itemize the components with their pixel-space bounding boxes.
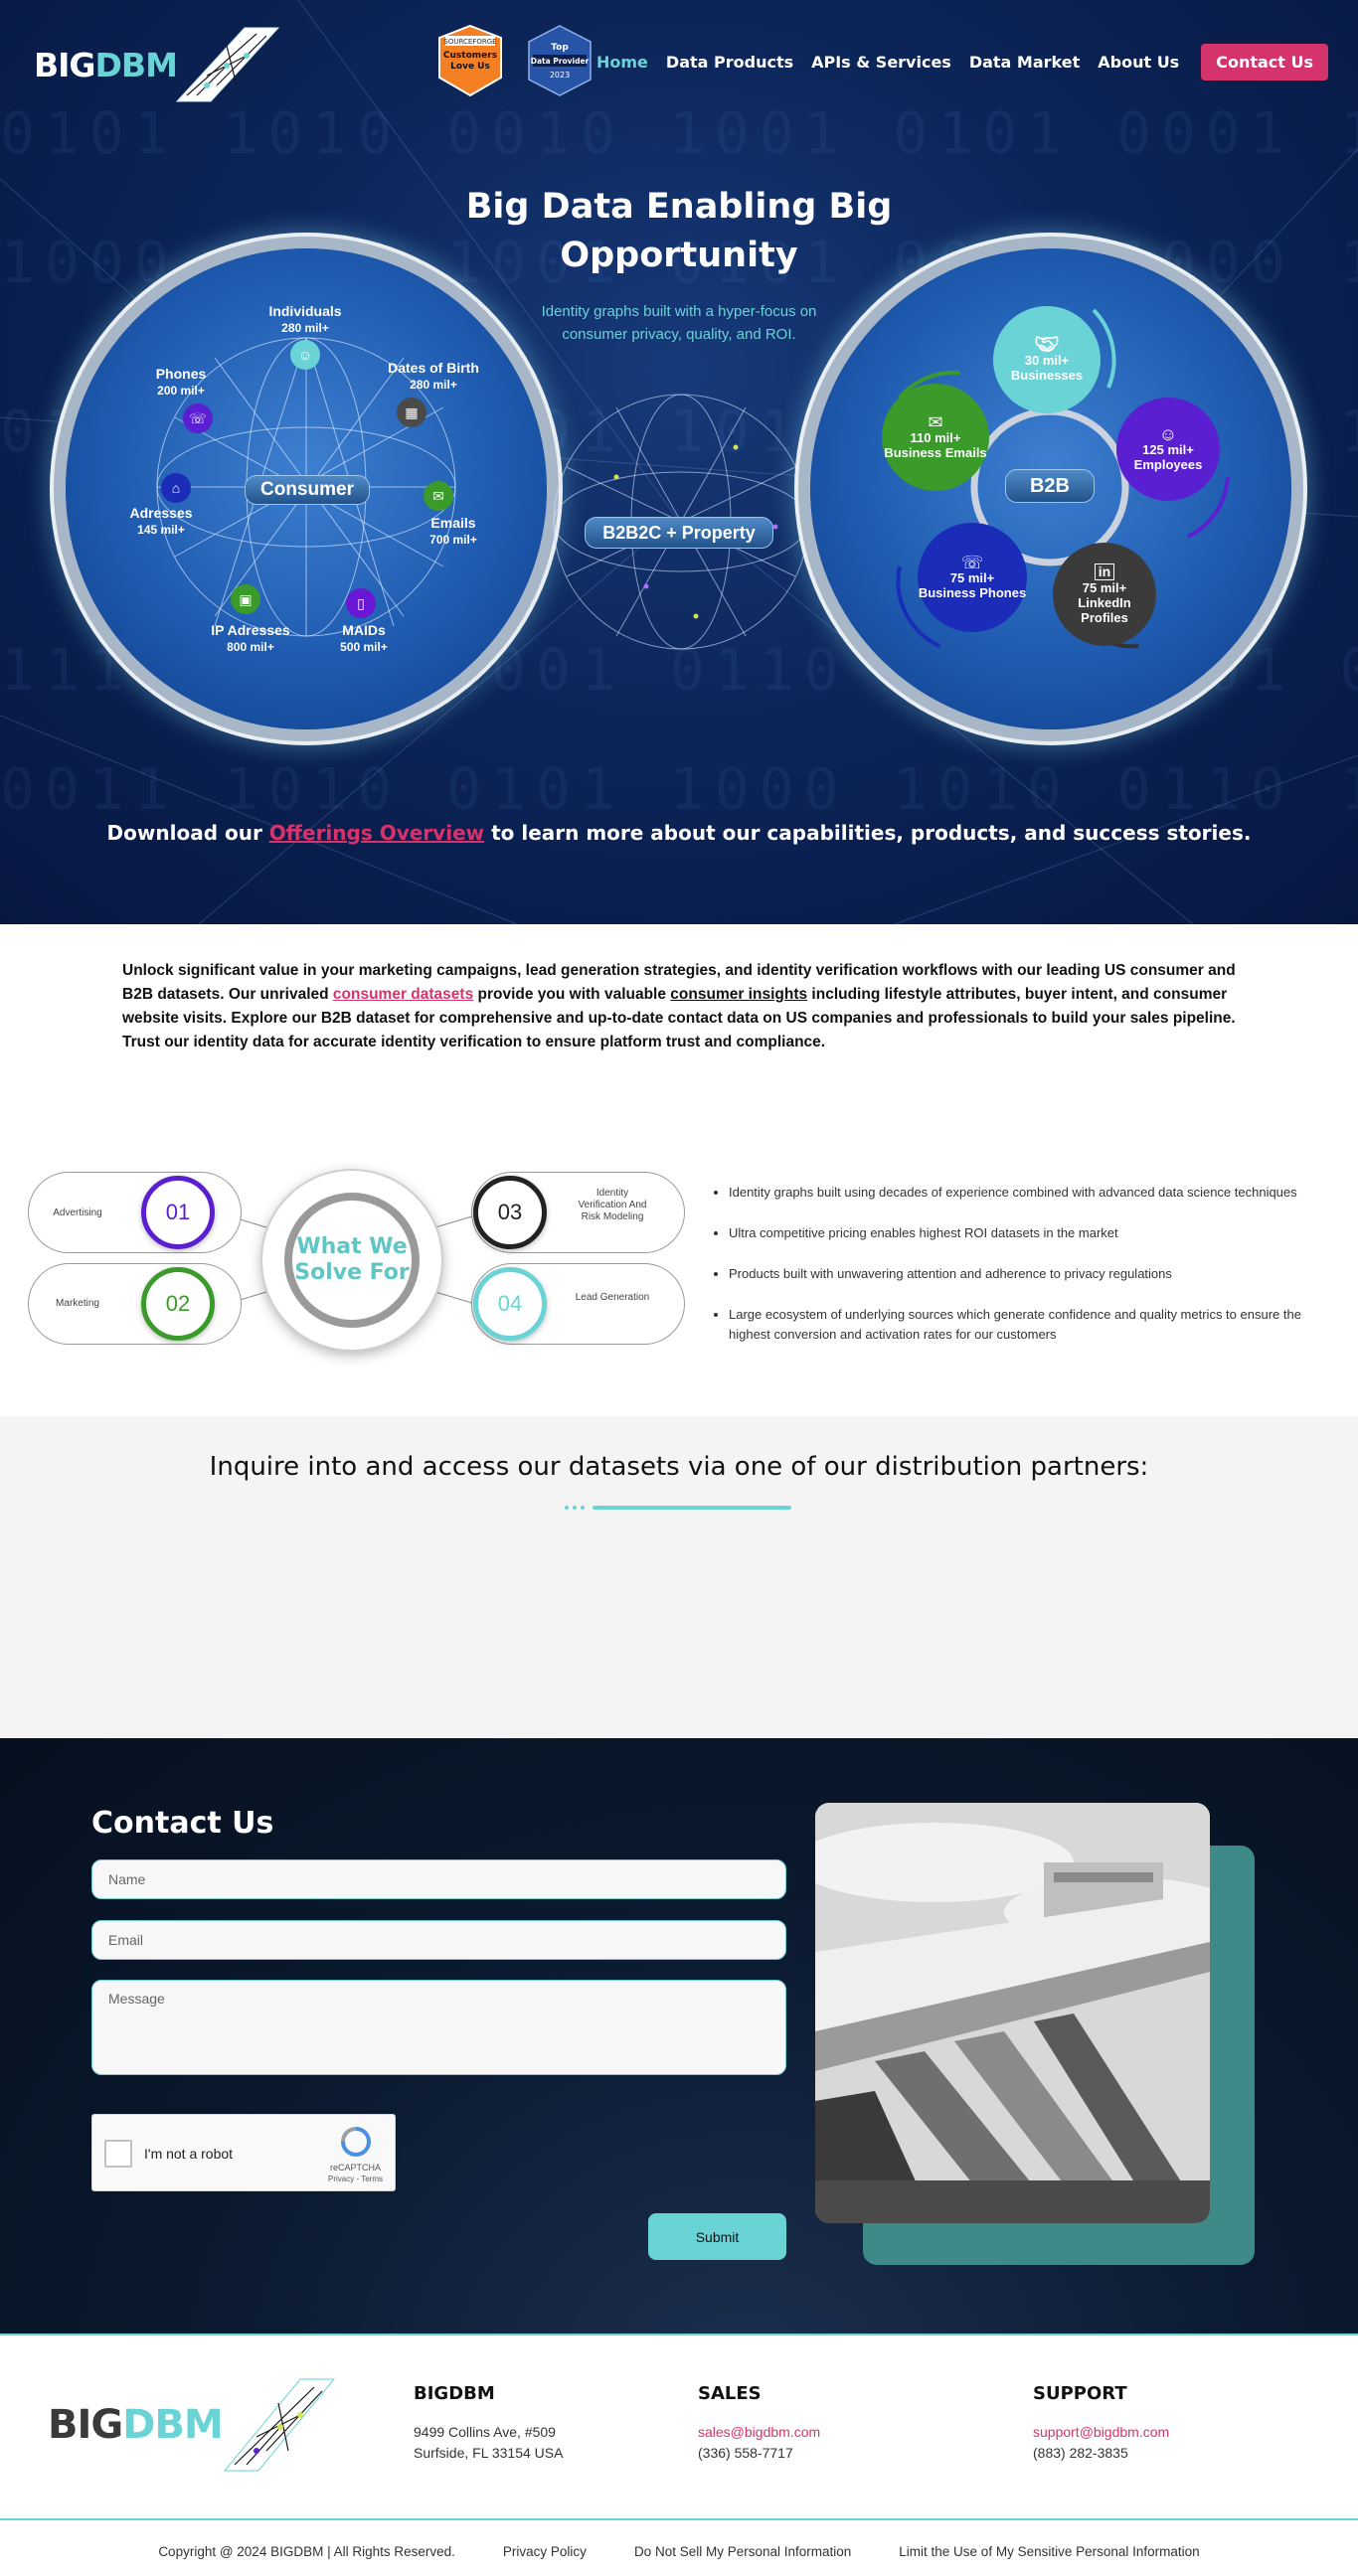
do-not-sell-link[interactable]: Do Not Sell My Personal Information bbox=[634, 2544, 851, 2559]
bridge-illustration bbox=[815, 1803, 1210, 2223]
node-emails: Emails 700 mil+ bbox=[429, 515, 477, 547]
contact-title: Contact Us bbox=[91, 1806, 274, 1841]
main-nav: Home Data Products APIs & Services Data … bbox=[596, 44, 1328, 80]
home-icon: ⌂ bbox=[161, 473, 191, 503]
list-item: Large ecosystem of underlying sources wh… bbox=[729, 1305, 1345, 1345]
node-dates-of-birth: Dates of Birth 280 mil+ bbox=[388, 360, 479, 392]
solve-number-04: 04 bbox=[473, 1267, 547, 1341]
node-individuals: Individuals 280 mil+ bbox=[268, 303, 342, 335]
nav-home[interactable]: Home bbox=[596, 53, 648, 72]
footer-legal-links: Copyright @ 2024 BIGDBM | All Rights Res… bbox=[0, 2544, 1358, 2559]
hero-subtitle: Identity graphs built with a hyper-focus… bbox=[541, 303, 817, 343]
footer-support: SUPPORT support@bigdbm.com (883) 282-3835 bbox=[1033, 2383, 1170, 2461]
svg-text:Love Us: Love Us bbox=[450, 62, 490, 72]
list-item: Ultra competitive pricing enables highes… bbox=[729, 1223, 1345, 1243]
node-employees: ☺ 125 mil+ Employees bbox=[1116, 398, 1220, 501]
privacy-policy-link[interactable]: Privacy Policy bbox=[503, 2544, 587, 2559]
what-we-solve-diagram: Advertising 01 Marketing 02 What We Solve… bbox=[28, 1168, 685, 1357]
phone-icon: ☏ bbox=[183, 403, 213, 433]
node-adresses: Adresses 145 mil+ bbox=[129, 505, 193, 537]
email-field[interactable]: Email bbox=[91, 1920, 786, 1960]
intro-paragraph: Unlock significant value in your marketi… bbox=[122, 962, 1236, 1050]
b2b-graph: B2B 🤝︎ 30 mil+ Businesses ☺ 125 mil+ Emplo… bbox=[810, 248, 1291, 729]
name-field[interactable]: Name bbox=[91, 1859, 786, 1899]
solve-number-02: 02 bbox=[141, 1267, 215, 1341]
calendar-icon: ▦ bbox=[397, 398, 426, 427]
node-businesses: 🤝︎ 30 mil+ Businesses bbox=[993, 306, 1101, 413]
value-bullets: Identity graphs built using decades of e… bbox=[709, 1183, 1345, 1366]
limit-use-link[interactable]: Limit the Use of My Sensitive Personal I… bbox=[899, 2544, 1199, 2559]
contact-us-button[interactable]: Contact Us bbox=[1201, 44, 1328, 80]
footer-company: BIGDBM 9499 Collins Ave, #509 Surfside, F… bbox=[414, 2383, 564, 2461]
node-linkedin-profiles: in 75 mil+ LinkedIn Profiles bbox=[1053, 543, 1156, 646]
logo-mesh-icon bbox=[223, 2378, 335, 2472]
copyright-text: Copyright @ 2024 BIGDBM | All Rights Res… bbox=[158, 2544, 455, 2559]
recaptcha-icon bbox=[341, 2127, 371, 2157]
consumer-datasets-link[interactable]: consumer datasets bbox=[333, 986, 473, 1003]
top-data-provider-badge: Top Data Provider 2023 bbox=[528, 25, 592, 96]
consumer-pill: Consumer bbox=[245, 475, 370, 505]
node-maids: MAIDs 500 mil+ bbox=[340, 622, 388, 654]
solve-number-01: 01 bbox=[141, 1176, 215, 1249]
node-business-emails: ✉ 110 mil+ Business Emails bbox=[882, 384, 989, 491]
svg-text:SOURCEFORGE: SOURCEFORGE bbox=[443, 38, 496, 46]
what-we-solve-for-hub: What We Solve For bbox=[262, 1171, 441, 1350]
sales-email-link[interactable]: sales@bigdbm.com bbox=[698, 2424, 820, 2440]
handshake-icon: 🤝︎ bbox=[1034, 333, 1060, 356]
nav-data-market[interactable]: Data Market bbox=[969, 53, 1080, 72]
individuals-icon: ☺ bbox=[290, 340, 320, 370]
footer-sales: SALES sales@bigdbm.com (336) 558-7717 bbox=[698, 2383, 821, 2461]
phone-icon: ☏ bbox=[960, 552, 984, 572]
envelope-icon: ✉ bbox=[928, 411, 943, 432]
message-field[interactable]: Message bbox=[91, 1980, 786, 2075]
node-phones: Phones 200 mil+ bbox=[155, 366, 207, 398]
offerings-overview-link[interactable]: Offerings Overview bbox=[269, 821, 484, 845]
partners-title: Inquire into and access our datasets via… bbox=[209, 1452, 1149, 1482]
node-business-phones: ☏ 75 mil+ Business Phones bbox=[918, 523, 1027, 632]
site-logo[interactable]: BIG DBM bbox=[34, 26, 286, 103]
contact-section: Contact Us Name Email Message I'm not a … bbox=[0, 1738, 1358, 2334]
bridge-photo bbox=[815, 1803, 1210, 2223]
solve-number-03: 03 bbox=[473, 1176, 547, 1249]
nav-data-products[interactable]: Data Products bbox=[666, 53, 793, 72]
ip-icon: ▣ bbox=[231, 584, 260, 614]
nav-about-us[interactable]: About Us bbox=[1098, 53, 1179, 72]
footer-logo[interactable]: BIG DBM bbox=[48, 2377, 340, 2473]
download-callout: Download our Offerings Overview to learn… bbox=[106, 821, 1252, 845]
hero-section: 0101 1010 0010 1001 0101 0001 1010 1101 … bbox=[0, 0, 1358, 924]
nav-apis-services[interactable]: APIs & Services bbox=[811, 53, 951, 72]
customers-love-us-badge: SOURCEFORGE Customers Love Us bbox=[438, 24, 502, 97]
person-icon: ☺ bbox=[1158, 423, 1178, 444]
b2b2c-property-pill: B2B2C + Property bbox=[585, 517, 773, 549]
svg-text:Top: Top bbox=[551, 43, 569, 53]
list-item: Products built with unwavering attention… bbox=[729, 1264, 1345, 1284]
submit-button[interactable]: Submit bbox=[648, 2213, 786, 2260]
b2b-pill: B2B bbox=[1005, 469, 1095, 503]
section-divider bbox=[565, 1506, 791, 1510]
consumer-graph: Consumer ☺ Individuals 280 mil+ ▦ Dates o… bbox=[66, 248, 547, 729]
site-footer: BIG DBM BIGDBM 9499 Collins Ave, #509 Surf… bbox=[0, 2334, 1358, 2576]
support-email-link[interactable]: support@bigdbm.com bbox=[1033, 2424, 1169, 2440]
node-ip-adresses: IP Adresses 800 mil+ bbox=[211, 622, 290, 654]
svg-text:2023: 2023 bbox=[550, 71, 570, 80]
logo-mesh-icon bbox=[175, 27, 280, 102]
consumer-insights-link[interactable]: consumer insights bbox=[670, 986, 807, 1003]
mobile-icon: ▯ bbox=[346, 588, 376, 618]
list-item: Identity graphs built using decades of e… bbox=[729, 1183, 1345, 1203]
email-icon: ✉ bbox=[424, 481, 453, 511]
linkedin-icon: in bbox=[1094, 564, 1115, 580]
svg-text:Customers: Customers bbox=[443, 51, 497, 61]
partners-section: Inquire into and access our datasets via… bbox=[0, 1416, 1358, 1738]
recaptcha-widget: I'm not a robot reCAPTCHA Privacy - Terms bbox=[91, 2114, 396, 2191]
recaptcha-checkbox[interactable] bbox=[104, 2140, 132, 2168]
svg-text:Data Provider: Data Provider bbox=[531, 57, 590, 66]
footer-divider bbox=[0, 2518, 1358, 2520]
